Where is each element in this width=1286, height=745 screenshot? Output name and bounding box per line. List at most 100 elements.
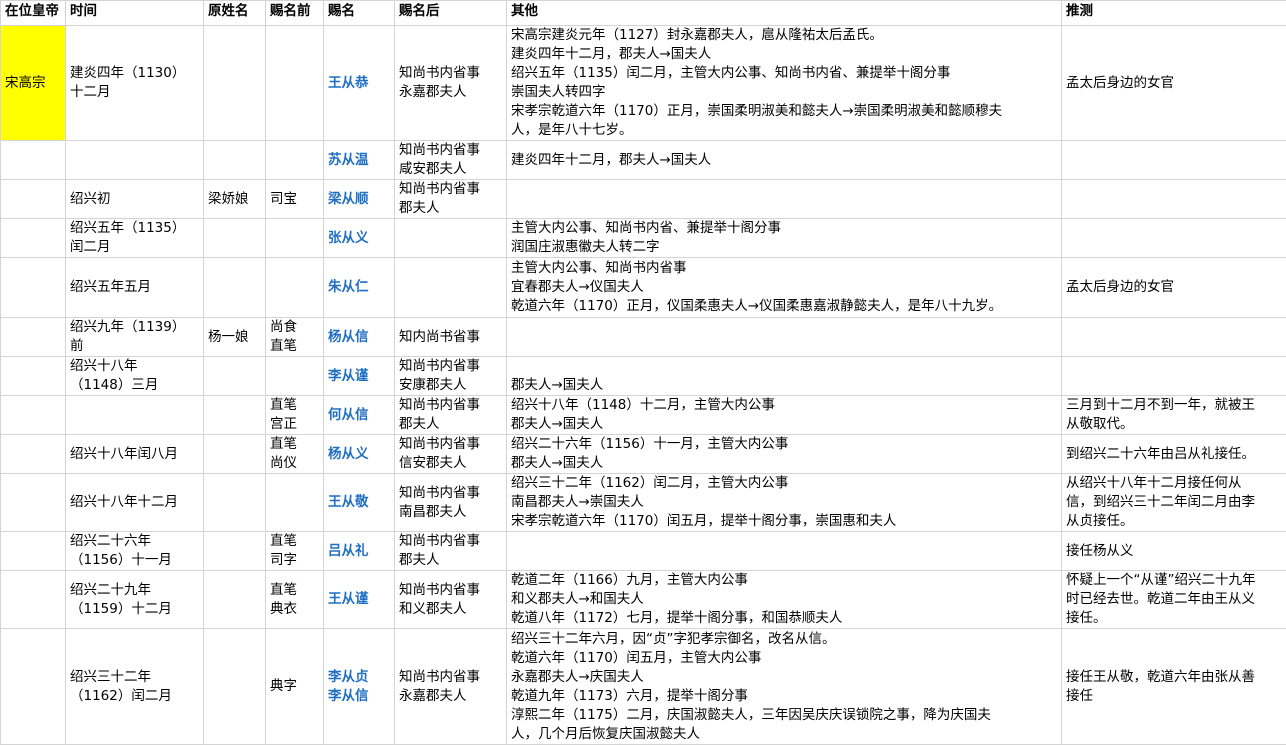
- cell-time[interactable]: 绍兴十八年 （1148）三月: [66, 357, 204, 396]
- cell-time[interactable]: 绍兴初: [66, 180, 204, 219]
- cell-before[interactable]: 典字: [266, 629, 324, 745]
- cell-guess[interactable]: 接任王从敬，乾道六年由张从善 接任: [1062, 629, 1286, 745]
- cell-emperor[interactable]: [1, 141, 66, 180]
- cell-before[interactable]: [266, 474, 324, 532]
- cell-guess[interactable]: 接任杨从义: [1062, 532, 1286, 571]
- cell-other[interactable]: 绍兴三十二年（1162）闰二月，主管大内公事 南昌郡夫人→崇国夫人 宋孝宗乾道六…: [507, 474, 1062, 532]
- cell-emperor[interactable]: [1, 258, 66, 318]
- cell-orig[interactable]: 杨一娘: [204, 318, 266, 357]
- cell-before[interactable]: 直笔 尚仪: [266, 435, 324, 474]
- cell-after[interactable]: 知尚书内省事 和义郡夫人: [395, 571, 507, 629]
- cell-emperor[interactable]: [1, 180, 66, 219]
- cell-orig[interactable]: [204, 396, 266, 435]
- cell-time[interactable]: 绍兴五年五月: [66, 258, 204, 318]
- cell-name[interactable]: 王从恭: [324, 26, 395, 141]
- cell-orig[interactable]: [204, 629, 266, 745]
- cell-guess[interactable]: 孟太后身边的女官: [1062, 258, 1286, 318]
- cell-before[interactable]: 直笔 典衣: [266, 571, 324, 629]
- cell-guess[interactable]: [1062, 357, 1286, 396]
- cell-before[interactable]: 司宝: [266, 180, 324, 219]
- cell-emperor[interactable]: [1, 532, 66, 571]
- cell-time[interactable]: 绍兴二十九年 （1159）十二月: [66, 571, 204, 629]
- header-before-name[interactable]: 赐名前: [266, 1, 324, 26]
- cell-after[interactable]: 知尚书内省事 信安郡夫人: [395, 435, 507, 474]
- cell-orig[interactable]: [204, 532, 266, 571]
- cell-time[interactable]: 绍兴十八年十二月: [66, 474, 204, 532]
- cell-time[interactable]: [66, 396, 204, 435]
- cell-guess[interactable]: 孟太后身边的女官: [1062, 26, 1286, 141]
- cell-guess[interactable]: [1062, 219, 1286, 258]
- cell-emperor[interactable]: [1, 318, 66, 357]
- cell-time[interactable]: 绍兴九年（1139） 前: [66, 318, 204, 357]
- cell-after[interactable]: 知尚书内省事 南昌郡夫人: [395, 474, 507, 532]
- cell-guess[interactable]: [1062, 180, 1286, 219]
- header-time[interactable]: 时间: [66, 1, 204, 26]
- cell-emperor[interactable]: [1, 396, 66, 435]
- cell-name[interactable]: 张从义: [324, 219, 395, 258]
- cell-name[interactable]: 苏从温: [324, 141, 395, 180]
- header-original-name[interactable]: 原姓名: [204, 1, 266, 26]
- cell-other[interactable]: 主管大内公事、知尚书内省、兼提举十阁分事 润国庄淑惠徽夫人转二字: [507, 219, 1062, 258]
- cell-emperor[interactable]: [1, 435, 66, 474]
- cell-name[interactable]: 梁从顺: [324, 180, 395, 219]
- cell-after[interactable]: 知尚书内省事 咸安郡夫人: [395, 141, 507, 180]
- cell-orig[interactable]: [204, 435, 266, 474]
- cell-emperor[interactable]: [1, 219, 66, 258]
- cell-orig[interactable]: [204, 571, 266, 629]
- cell-other[interactable]: 主管大内公事、知尚书内省事 宜春郡夫人→仪国夫人 乾道六年（1170）正月，仪国…: [507, 258, 1062, 318]
- cell-before[interactable]: 直笔 宫正: [266, 396, 324, 435]
- cell-other[interactable]: 乾道二年（1166）九月，主管大内公事 和义郡夫人→和国夫人 乾道八年（1172…: [507, 571, 1062, 629]
- cell-other[interactable]: 绍兴二十六年（1156）十一月，主管大内公事 郡夫人→国夫人: [507, 435, 1062, 474]
- cell-other[interactable]: 郡夫人→国夫人: [507, 357, 1062, 396]
- cell-other[interactable]: 绍兴三十二年六月，因“贞”字犯孝宗御名，改名从信。 乾道六年（1170）闰五月，…: [507, 629, 1062, 745]
- cell-after[interactable]: 知尚书内省事 郡夫人: [395, 532, 507, 571]
- cell-name[interactable]: 朱从仁: [324, 258, 395, 318]
- cell-orig[interactable]: [204, 357, 266, 396]
- cell-before[interactable]: [266, 357, 324, 396]
- cell-after[interactable]: [395, 219, 507, 258]
- cell-emperor[interactable]: [1, 357, 66, 396]
- cell-other[interactable]: 宋高宗建炎元年（1127）封永嘉郡夫人，扈从隆祐太后孟氏。 建炎四年十二月，郡夫…: [507, 26, 1062, 141]
- cell-after[interactable]: 知尚书内省事 郡夫人: [395, 396, 507, 435]
- cell-time[interactable]: 绍兴十八年闰八月: [66, 435, 204, 474]
- cell-name[interactable]: 李从谨: [324, 357, 395, 396]
- cell-before[interactable]: 直笔 司字: [266, 532, 324, 571]
- cell-other[interactable]: [507, 318, 1062, 357]
- cell-after[interactable]: 知内尚书省事: [395, 318, 507, 357]
- cell-name[interactable]: 王从谨: [324, 571, 395, 629]
- cell-name[interactable]: 王从敬: [324, 474, 395, 532]
- cell-before[interactable]: [266, 141, 324, 180]
- cell-time[interactable]: 绍兴二十六年 （1156）十一月: [66, 532, 204, 571]
- cell-emperor[interactable]: 宋高宗: [1, 26, 66, 141]
- cell-orig[interactable]: 梁娇娘: [204, 180, 266, 219]
- cell-after[interactable]: 知尚书内省事 永嘉郡夫人: [395, 26, 507, 141]
- header-emperor[interactable]: 在位皇帝: [1, 1, 66, 26]
- cell-other[interactable]: 建炎四年十二月，郡夫人→国夫人: [507, 141, 1062, 180]
- cell-guess[interactable]: [1062, 141, 1286, 180]
- cell-orig[interactable]: [204, 474, 266, 532]
- cell-emperor[interactable]: [1, 474, 66, 532]
- cell-other[interactable]: [507, 532, 1062, 571]
- cell-after[interactable]: [395, 258, 507, 318]
- cell-guess[interactable]: [1062, 318, 1286, 357]
- cell-guess[interactable]: 怀疑上一个“从谨”绍兴二十九年 时已经去世。乾道二年由王从义 接任。: [1062, 571, 1286, 629]
- cell-name[interactable]: 杨从义: [324, 435, 395, 474]
- cell-name[interactable]: 吕从礼: [324, 532, 395, 571]
- cell-orig[interactable]: [204, 258, 266, 318]
- cell-name[interactable]: 杨从信: [324, 318, 395, 357]
- cell-after[interactable]: 知尚书内省事 永嘉郡夫人: [395, 629, 507, 745]
- cell-before[interactable]: [266, 258, 324, 318]
- cell-other[interactable]: 绍兴十八年（1148）十二月，主管大内公事 郡夫人→国夫人: [507, 396, 1062, 435]
- header-other[interactable]: 其他: [507, 1, 1062, 26]
- cell-after[interactable]: 知尚书内省事 郡夫人: [395, 180, 507, 219]
- cell-orig[interactable]: [204, 219, 266, 258]
- cell-guess[interactable]: 从绍兴十八年十二月接任何从 信，到绍兴三十二年闰二月由李 从贞接任。: [1062, 474, 1286, 532]
- cell-emperor[interactable]: [1, 629, 66, 745]
- cell-other[interactable]: [507, 180, 1062, 219]
- header-granted-name[interactable]: 赐名: [324, 1, 395, 26]
- cell-before[interactable]: 尚食 直笔: [266, 318, 324, 357]
- cell-before[interactable]: [266, 26, 324, 141]
- cell-guess[interactable]: 三月到十二月不到一年，就被王 从敬取代。: [1062, 396, 1286, 435]
- cell-time[interactable]: 绍兴三十二年 （1162）闰二月: [66, 629, 204, 745]
- header-after-name[interactable]: 赐名后: [395, 1, 507, 26]
